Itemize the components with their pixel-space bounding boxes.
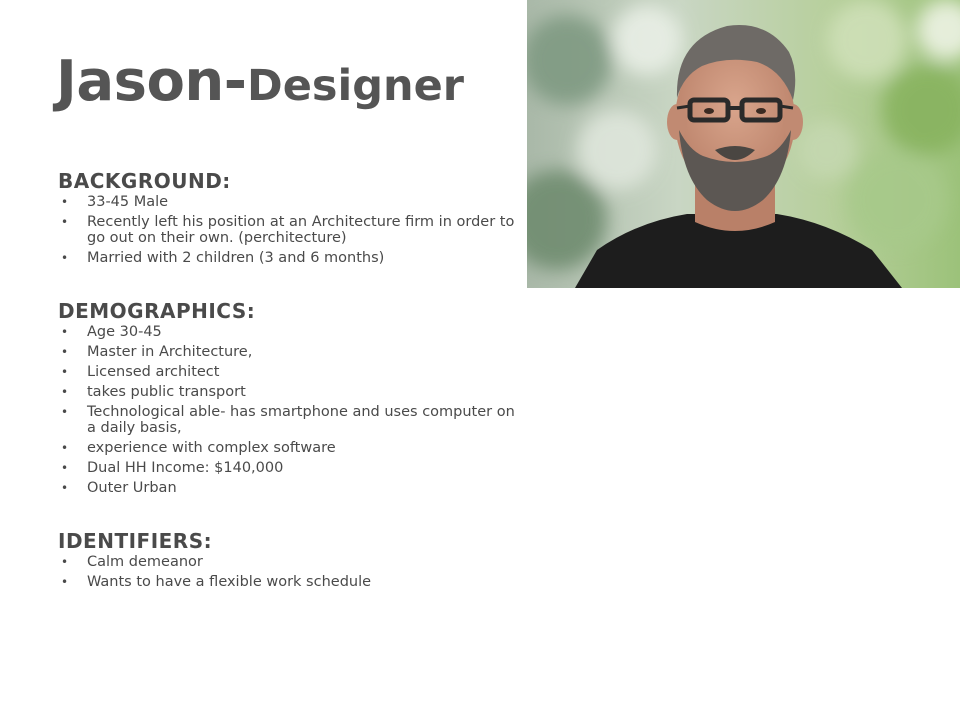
bullet-icon: • xyxy=(61,441,69,455)
bullet-icon: • xyxy=(61,385,69,399)
list-item: • Married with 2 children (3 and 6 months… xyxy=(58,250,518,266)
background-heading: BACKGROUND: xyxy=(58,169,231,193)
persona-name: Jason xyxy=(56,49,224,114)
identifiers-section: IDENTIFIERS: • Calm demeanor • Wants to ha… xyxy=(58,530,518,594)
list-item: • Age 30-45 xyxy=(58,324,518,340)
list-item: • Dual HH Income: $140,000 xyxy=(58,460,518,476)
bullet-icon: • xyxy=(61,481,69,495)
identifiers-list: • Calm demeanor • Wants to have a flexible… xyxy=(58,554,518,590)
list-item: • 33-45 Male xyxy=(58,194,518,210)
background-section: BACKGROUND: • 33-45 Male • Recently left h… xyxy=(58,170,518,270)
list-item-text: Married with 2 children (3 and 6 months) xyxy=(87,250,385,266)
list-item: • experience with complex software xyxy=(58,440,518,456)
list-item-text: 33-45 Male xyxy=(87,194,169,210)
bullet-icon: • xyxy=(61,251,69,265)
list-item-text: takes public transport xyxy=(87,384,246,400)
demographics-list: • Age 30-45 • Master in Architecture, • Lic… xyxy=(58,324,518,496)
list-item-text: Wants to have a flexible work schedule xyxy=(87,574,372,590)
list-item: • Technological able- has smartphone and … xyxy=(58,404,518,436)
bullet-icon: • xyxy=(61,215,69,229)
bullet-icon: • xyxy=(61,575,69,589)
title-separator: - xyxy=(223,49,248,114)
identifiers-heading: IDENTIFIERS: xyxy=(58,529,213,553)
persona-photo xyxy=(527,0,960,288)
list-item-text: Licensed architect xyxy=(87,364,220,380)
bullet-icon: • xyxy=(61,405,69,419)
list-item: • Licensed architect xyxy=(58,364,518,380)
list-item-text: Master in Architecture, xyxy=(87,344,253,360)
list-item-text: Technological able- has smartphone and u… xyxy=(87,404,515,436)
list-item-text: Age 30-45 xyxy=(87,324,162,340)
bullet-icon: • xyxy=(61,365,69,379)
bullet-icon: • xyxy=(61,195,69,209)
bullet-icon: • xyxy=(61,555,69,569)
portrait-illustration xyxy=(527,0,960,288)
persona-title: Jason-Designer xyxy=(56,54,464,110)
list-item-text: experience with complex software xyxy=(87,440,336,456)
background-list: • 33-45 Male • Recently left his position … xyxy=(58,194,518,266)
list-item: • Master in Architecture, xyxy=(58,344,518,360)
list-item-text: Outer Urban xyxy=(87,480,177,496)
list-item: • Wants to have a flexible work schedule xyxy=(58,574,518,590)
bullet-icon: • xyxy=(61,325,69,339)
list-item: • Outer Urban xyxy=(58,480,518,496)
persona-role: Designer xyxy=(247,61,464,111)
list-item-text: Calm demeanor xyxy=(87,554,203,570)
demographics-section: DEMOGRAPHICS: • Age 30-45 • Master in Arch… xyxy=(58,300,518,500)
bullet-icon: • xyxy=(61,345,69,359)
demographics-heading: DEMOGRAPHICS: xyxy=(58,299,256,323)
list-item-text: Dual HH Income: $140,000 xyxy=(87,460,284,476)
list-item: • Recently left his position at an Archit… xyxy=(58,214,518,246)
list-item-text: Recently left his position at an Archite… xyxy=(87,214,515,246)
bullet-icon: • xyxy=(61,461,69,475)
list-item: • takes public transport xyxy=(58,384,518,400)
list-item: • Calm demeanor xyxy=(58,554,518,570)
